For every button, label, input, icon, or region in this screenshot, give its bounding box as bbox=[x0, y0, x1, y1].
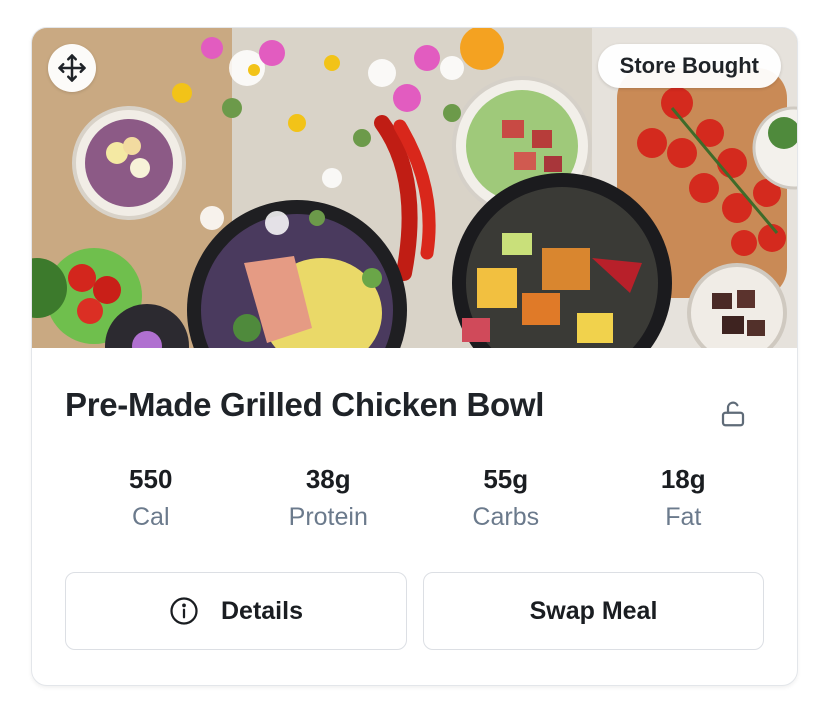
macro-carbs: 55g Carbs bbox=[417, 462, 595, 532]
swap-meal-label: Swap Meal bbox=[529, 596, 658, 625]
unlock-icon bbox=[721, 401, 745, 427]
details-button[interactable]: Details bbox=[65, 572, 407, 650]
swap-meal-button[interactable]: Swap Meal bbox=[423, 572, 764, 650]
macro-calories: 550 Cal bbox=[62, 462, 240, 532]
meal-title: Pre-Made Grilled Chicken Bowl bbox=[65, 386, 545, 423]
macro-summary: 550 Cal 38g Protein 55g Carbs 18g Fat bbox=[62, 462, 772, 532]
lock-toggle[interactable] bbox=[713, 394, 753, 434]
meal-card: Store Bought Pre-Made Grilled Chicken Bo… bbox=[31, 27, 798, 686]
info-circle-icon bbox=[169, 596, 199, 626]
macro-value: 18g bbox=[660, 464, 706, 494]
drag-handle[interactable] bbox=[48, 44, 96, 92]
meal-photo: Store Bought bbox=[32, 28, 797, 348]
macro-label: Cal bbox=[131, 503, 170, 531]
macro-label: Carbs bbox=[472, 503, 540, 531]
details-label: Details bbox=[221, 596, 303, 625]
macro-value: 38g bbox=[305, 464, 351, 494]
move-arrows-icon bbox=[58, 54, 86, 82]
macro-value: 55g bbox=[483, 464, 529, 494]
macro-value: 550 bbox=[129, 464, 173, 494]
macro-protein: 38g Protein bbox=[240, 462, 418, 532]
macro-label: Fat bbox=[665, 503, 702, 531]
macro-fat: 18g Fat bbox=[595, 462, 773, 532]
store-bought-badge: Store Bought bbox=[597, 44, 781, 88]
macro-label: Protein bbox=[288, 503, 368, 531]
